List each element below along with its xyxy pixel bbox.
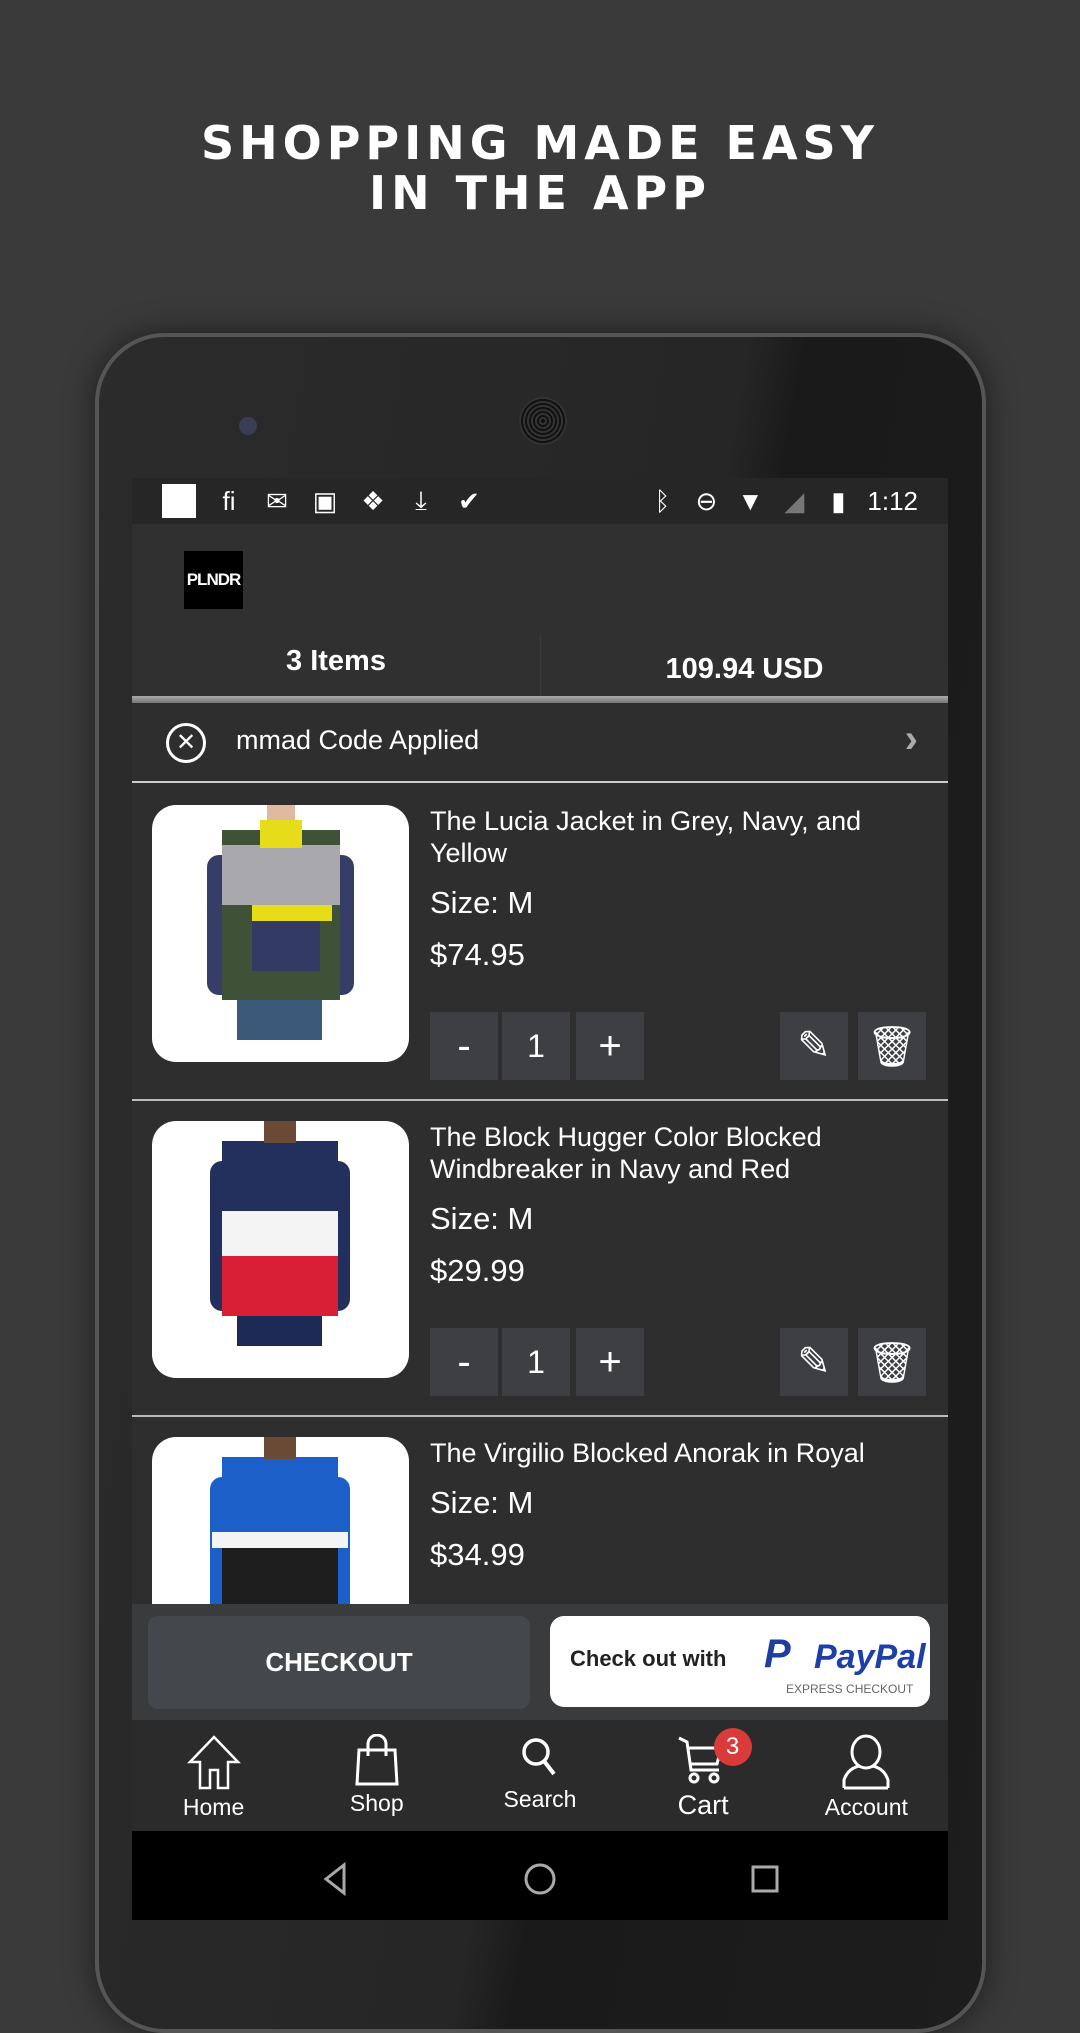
promo-headline: SHOPPING MADE EASY IN THE APP — [0, 118, 1080, 218]
paypal-subtext: EXPRESS CHECKOUT — [786, 1682, 914, 1696]
pencil-icon: ✎ — [797, 1340, 831, 1384]
speaker — [519, 397, 567, 445]
wifi-icon: ▼ — [737, 485, 764, 516]
product-title[interactable]: The Block Hugger Color Blocked Windbreak… — [430, 1121, 930, 1185]
cart-item: The Lucia Jacket in Grey, Navy, and Yell… — [132, 785, 948, 1101]
product-size: Size: M — [430, 885, 534, 920]
image-icon: ▣ — [312, 485, 338, 516]
nav-label: Search — [503, 1786, 577, 1812]
nav-shop[interactable]: Shop — [295, 1720, 458, 1831]
nav-home[interactable]: Home — [132, 1720, 295, 1831]
system-nav-bar — [132, 1831, 948, 1920]
gmail-icon: ✉ — [266, 485, 288, 516]
nav-label: Cart — [677, 1790, 729, 1820]
remove-code-icon[interactable]: ✕ — [166, 723, 206, 763]
clock: 1:12 — [867, 485, 918, 516]
account-icon — [842, 1734, 890, 1790]
nav-search[interactable]: Search — [458, 1720, 621, 1831]
shopping-bag-icon — [355, 1734, 399, 1786]
camera — [239, 417, 257, 435]
square-icon — [162, 484, 196, 518]
items-count: 3 Items — [286, 645, 386, 677]
product-image[interactable] — [152, 1121, 409, 1378]
delete-button[interactable]: 🗑 — [858, 1012, 926, 1080]
product-price: $34.99 — [430, 1537, 525, 1572]
divider — [132, 696, 948, 703]
product-price: $29.99 — [430, 1253, 525, 1288]
bluetooth-icon: ᛒ — [654, 485, 671, 516]
cart-badge: 3 — [713, 1728, 752, 1766]
fi-icon: fi — [222, 485, 236, 516]
status-bar: fi ✉ ▣ ❖ ⤓ ✔ ᛒ ⊖ ▼ ◢ ▮ 1:12 — [132, 478, 948, 524]
product-title[interactable]: The Virgilio Blocked Anorak in Royal — [430, 1437, 930, 1469]
cart-total: 109.94 USD — [540, 634, 948, 696]
back-icon[interactable] — [323, 1861, 346, 1897]
home-button-icon[interactable] — [524, 1863, 556, 1895]
edit-button[interactable]: ✎ — [780, 1012, 848, 1080]
trash-icon: 🗑 — [866, 1340, 918, 1385]
bottom-nav: Home Shop Search 3 Cart Account — [132, 1720, 948, 1831]
recents-icon[interactable] — [751, 1865, 779, 1893]
cart-item: The Block Hugger Color Blocked Windbreak… — [132, 1101, 948, 1417]
nav-label: Shop — [349, 1790, 404, 1816]
decrease-qty-button[interactable]: - — [430, 1328, 498, 1396]
chevron-right-icon[interactable]: › — [905, 717, 918, 762]
edit-button[interactable]: ✎ — [780, 1328, 848, 1396]
product-size: Size: M — [430, 1485, 534, 1520]
nav-cart[interactable]: 3 Cart — [622, 1720, 785, 1831]
search-icon — [522, 1738, 556, 1776]
paypal-prefix: Check out with — [570, 1646, 727, 1671]
pencil-icon: ✎ — [797, 1024, 831, 1068]
increase-qty-button[interactable]: + — [576, 1328, 644, 1396]
nav-label: Home — [182, 1794, 245, 1820]
check-icon: ✔ — [458, 485, 480, 516]
trash-icon: 🗑 — [866, 1024, 918, 1069]
product-price: $74.95 — [430, 937, 525, 972]
nav-label: Account — [824, 1794, 908, 1820]
paypal-p-icon: P — [764, 1632, 791, 1676]
quantity-value: 1 — [502, 1012, 570, 1080]
product-image[interactable] — [152, 805, 409, 1062]
battery-icon: ▮ — [831, 485, 846, 516]
home-icon — [186, 1735, 241, 1790]
promo-code-text: mmad Code Applied — [236, 725, 480, 755]
decrease-qty-button[interactable]: - — [430, 1012, 498, 1080]
headline-line-2: IN THE APP — [369, 166, 711, 220]
headline-line-1: SHOPPING MADE EASY — [200, 116, 879, 170]
delete-button[interactable]: 🗑 — [858, 1328, 926, 1396]
paypal-checkout-button[interactable]: Check out with P PayPal EXPRESS CHECKOUT — [550, 1616, 930, 1707]
signal-icon: ◢ — [784, 485, 805, 516]
download-icon: ⤓ — [415, 485, 427, 515]
plndr-logo[interactable]: PLNDR — [184, 551, 243, 609]
quantity-value: 1 — [502, 1328, 570, 1396]
product-title[interactable]: The Lucia Jacket in Grey, Navy, and Yell… — [430, 805, 930, 869]
paypal-brand: PayPal — [814, 1638, 926, 1676]
nav-account[interactable]: Account — [785, 1720, 948, 1831]
checkout-bar: CHECKOUT Check out with P PayPal EXPRESS… — [132, 1604, 948, 1720]
increase-qty-button[interactable]: + — [576, 1012, 644, 1080]
app-header: PLNDR 3 Items 109.94 USD — [132, 524, 948, 696]
checkout-button[interactable]: CHECKOUT — [148, 1616, 530, 1709]
product-size: Size: M — [430, 1201, 534, 1236]
dnd-icon: ⊖ — [695, 485, 718, 516]
app-screen: fi ✉ ▣ ❖ ⤓ ✔ ᛒ ⊖ ▼ ◢ ▮ 1:12 PLNDR 3 Item… — [132, 478, 948, 1920]
promo-code-row[interactable]: ✕ mmad Code Applied › — [132, 703, 948, 783]
dropbox-icon: ❖ — [361, 485, 385, 516]
